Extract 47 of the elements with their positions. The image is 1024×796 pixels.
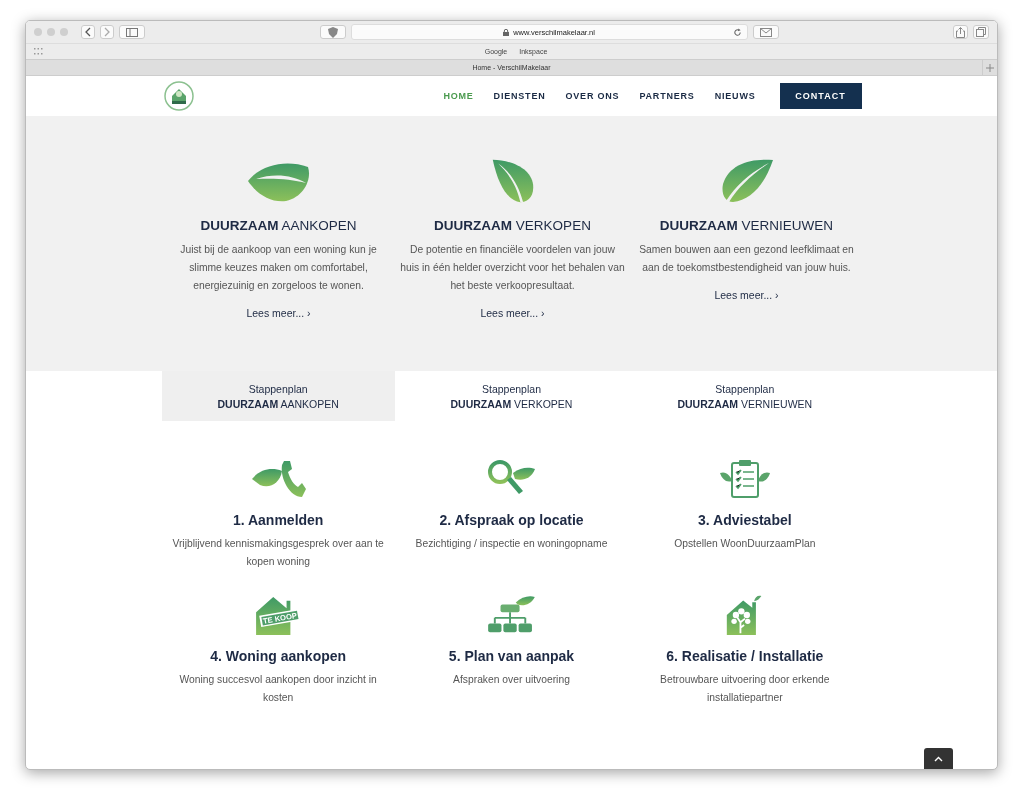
forward-button[interactable] (100, 25, 114, 39)
sidebar-icon (126, 27, 138, 37)
nav-link[interactable]: OVER ONS (555, 91, 630, 101)
step-description: Betrouwbare uitvoering door erkende installatiepartner (659, 673, 831, 705)
nav-link[interactable]: PARTNERS (629, 91, 705, 101)
chevron-left-icon (84, 27, 92, 37)
plan-tab[interactable]: Stappenplan DUURZAAM AANKOPEN (161, 371, 395, 421)
feature-description: Samen bouwen aan een gezond leefklimaat en aan de toekomstbestendigheid van jouw huis. (638, 243, 855, 275)
feature-title: DUURZAAM AANKOPEN (200, 218, 357, 233)
nav-link[interactable]: DIENSTEN (483, 91, 556, 101)
grid-icon[interactable] (34, 48, 43, 55)
chevron-right-icon (103, 27, 111, 37)
step-description: Bezichtiging / inspectie en woningopname (414, 537, 609, 551)
read-more-link[interactable]: Lees meer... › (480, 307, 545, 319)
mail-icon[interactable] (752, 25, 779, 39)
contact-button[interactable]: CONTACT (779, 83, 862, 109)
nav-link[interactable]: NIEUWS (704, 91, 766, 101)
sidebar-button[interactable] (119, 25, 145, 39)
tabs-icon[interactable] (973, 25, 989, 39)
back-button[interactable] (81, 25, 95, 39)
feature-description: Juist bij de aankoop van een woning kun je slimme keuzes maken om comfortabel, energiezuinig en zorgeloos te wonen. (179, 243, 378, 293)
step-description: Vrijblijvend kennismakingsgesprek over aan te kopen woning (171, 537, 385, 569)
org-chart-leaf-icon (486, 595, 537, 635)
nav-link[interactable]: HOME (433, 91, 484, 101)
step-title: 2. Afspraak op locatie (439, 512, 584, 528)
step-title: 5. Plan van aanpak (448, 648, 575, 664)
read-more-link[interactable]: Lees meer... › (714, 289, 779, 301)
read-more-link[interactable]: Lees meer... › (246, 307, 311, 319)
logo-icon[interactable] (163, 81, 194, 111)
step-title: 3. Adviestabel (698, 512, 792, 528)
step-description: Opstellen WoonDuurzaamPlan (673, 537, 817, 551)
step-description: Woning succesvol aankopen door inzicht in kosten (178, 673, 378, 705)
feature-title: DUURZAAM VERNIEUWEN (659, 218, 834, 233)
step-description: Afspraken over uitvoering (452, 673, 571, 687)
feature-description: De potentie en financiële voordelen van jouw huis in één helder overzicht voor het behalen van het beste verkoopresultaat. (399, 243, 626, 293)
chevron-up-icon (934, 755, 943, 762)
shield-icon[interactable] (319, 25, 346, 39)
feature-title: DUURZAAM VERKOPEN (434, 218, 591, 233)
clipboard-leaf-icon (719, 459, 770, 499)
step-title: 4. Woning aankopen (210, 648, 347, 664)
reload-icon[interactable] (732, 27, 742, 37)
lock-icon (503, 28, 510, 36)
share-icon[interactable] (953, 25, 968, 39)
step-title: 6. Realisatie / Installatie (666, 648, 824, 664)
step-title: 1. Aanmelden (232, 512, 324, 528)
phone-leaf-icon (250, 459, 307, 499)
scroll-top-button[interactable] (924, 748, 953, 769)
